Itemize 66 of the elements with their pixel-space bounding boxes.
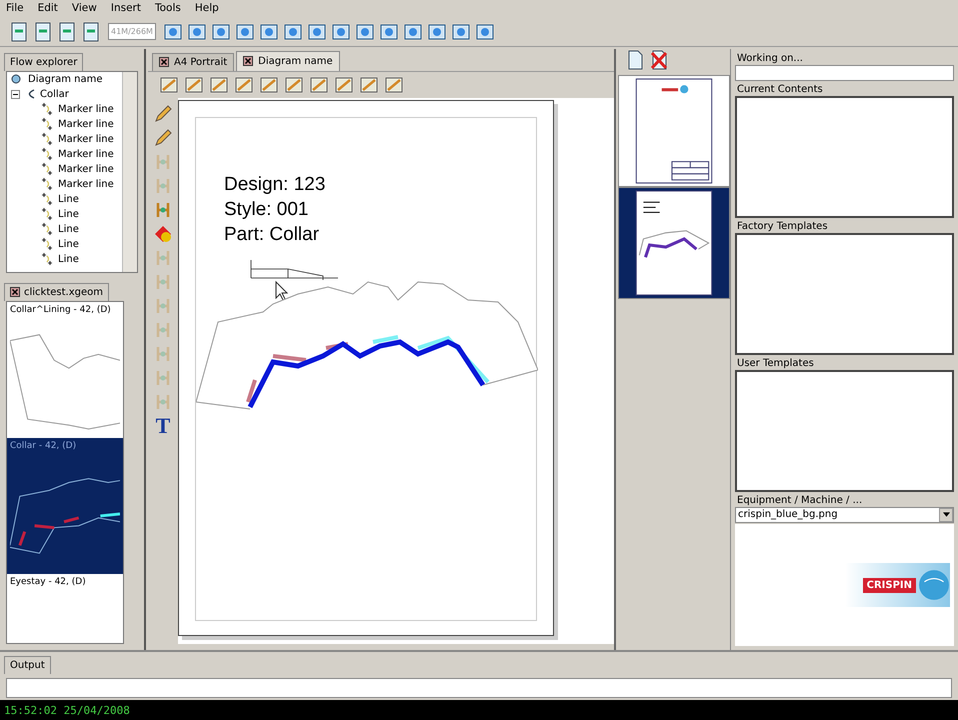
tree-item[interactable]: Line: [58, 194, 79, 205]
tree-item[interactable]: Line: [58, 238, 79, 250]
piece-item[interactable]: Collar - 42, (D): [7, 438, 123, 574]
tree-item[interactable]: Line: [58, 208, 79, 220]
page-text: Design: 123: [224, 172, 326, 197]
template-list[interactable]: [735, 370, 954, 492]
line-node-icon: [41, 162, 55, 176]
globe-icon: [918, 569, 950, 602]
tree-item[interactable]: Diagram name: [28, 74, 102, 85]
section-label: User Templates: [736, 358, 815, 369]
memory-field: 41M/266M: [108, 23, 156, 40]
tree-item[interactable]: Marker line: [58, 134, 114, 145]
section-label: Current Contents: [736, 84, 824, 95]
line-node-icon: [41, 237, 55, 252]
shape-icon[interactable]: [153, 224, 173, 244]
collapse-toggle[interactable]: [11, 90, 20, 99]
caret-icon: [942, 512, 950, 518]
menu-item[interactable]: File: [6, 2, 24, 18]
piece-label: Eyestay - 42, (D): [10, 576, 87, 587]
delete-page-icon[interactable]: [648, 48, 670, 71]
document-tab[interactable]: A4 Portrait: [152, 52, 234, 71]
tree-item[interactable]: Collar: [40, 88, 69, 100]
page-text: Part: Collar: [224, 222, 320, 247]
line-node-icon: [41, 222, 55, 236]
menu-item[interactable]: Tools: [154, 2, 181, 18]
tree-item[interactable]: Line: [58, 224, 79, 235]
menu-item[interactable]: Help: [194, 2, 219, 18]
vertical-scrollbar[interactable]: [122, 72, 137, 272]
panel-tab[interactable]: Output: [4, 656, 51, 674]
image-dropdown[interactable]: crispin_blue_bg.png: [735, 506, 954, 523]
section-label: Working on...: [736, 52, 804, 64]
tree-item[interactable]: Line: [58, 254, 79, 265]
template-list[interactable]: [735, 232, 954, 355]
tree-item[interactable]: Marker line: [58, 148, 114, 160]
panel-tab[interactable]: Flow explorer: [4, 52, 84, 71]
piece-label: Collar^Lining - 42, (D): [10, 304, 112, 315]
page-thumbnail[interactable]: [618, 186, 730, 299]
menu-item[interactable]: Insert: [110, 2, 141, 18]
line-node-icon: [41, 192, 55, 206]
clock-text: 15:52:02 25/04/2008: [4, 704, 130, 717]
tree-item[interactable]: Marker line: [58, 164, 114, 175]
line-node-icon: [41, 102, 55, 116]
page-thumbnail[interactable]: [618, 74, 730, 187]
section-label: Factory Templates: [736, 220, 829, 232]
page-text: Style: 001: [224, 198, 310, 222]
document-tab[interactable]: Diagram name: [236, 50, 340, 71]
tree-item[interactable]: Marker line: [58, 104, 114, 115]
section-label: Equipment / Machine / ...: [736, 494, 864, 506]
menu-item[interactable]: View: [72, 2, 97, 18]
line-node-icon: [41, 177, 55, 192]
line-node-icon: [41, 147, 55, 162]
line-node-icon: [41, 132, 55, 146]
menu-item[interactable]: Edit: [38, 2, 58, 18]
line-node-icon: [41, 117, 55, 132]
piece-item[interactable]: Collar^Lining - 42, (D): [7, 302, 123, 438]
line-node-icon: [41, 252, 55, 266]
working-on-field[interactable]: [735, 64, 954, 81]
tree-item[interactable]: Marker line: [58, 118, 114, 130]
output-field[interactable]: [6, 678, 952, 698]
tree-item[interactable]: Marker line: [58, 178, 114, 190]
panel-tab[interactable]: clicktest.xgeom: [4, 282, 110, 301]
template-list[interactable]: [735, 96, 954, 218]
line-node-icon: [41, 207, 55, 222]
piece-item[interactable]: Eyestay - 42, (D): [7, 574, 123, 590]
text-tool[interactable]: T: [153, 416, 173, 436]
piece-label: Collar - 42, (D): [10, 440, 78, 451]
